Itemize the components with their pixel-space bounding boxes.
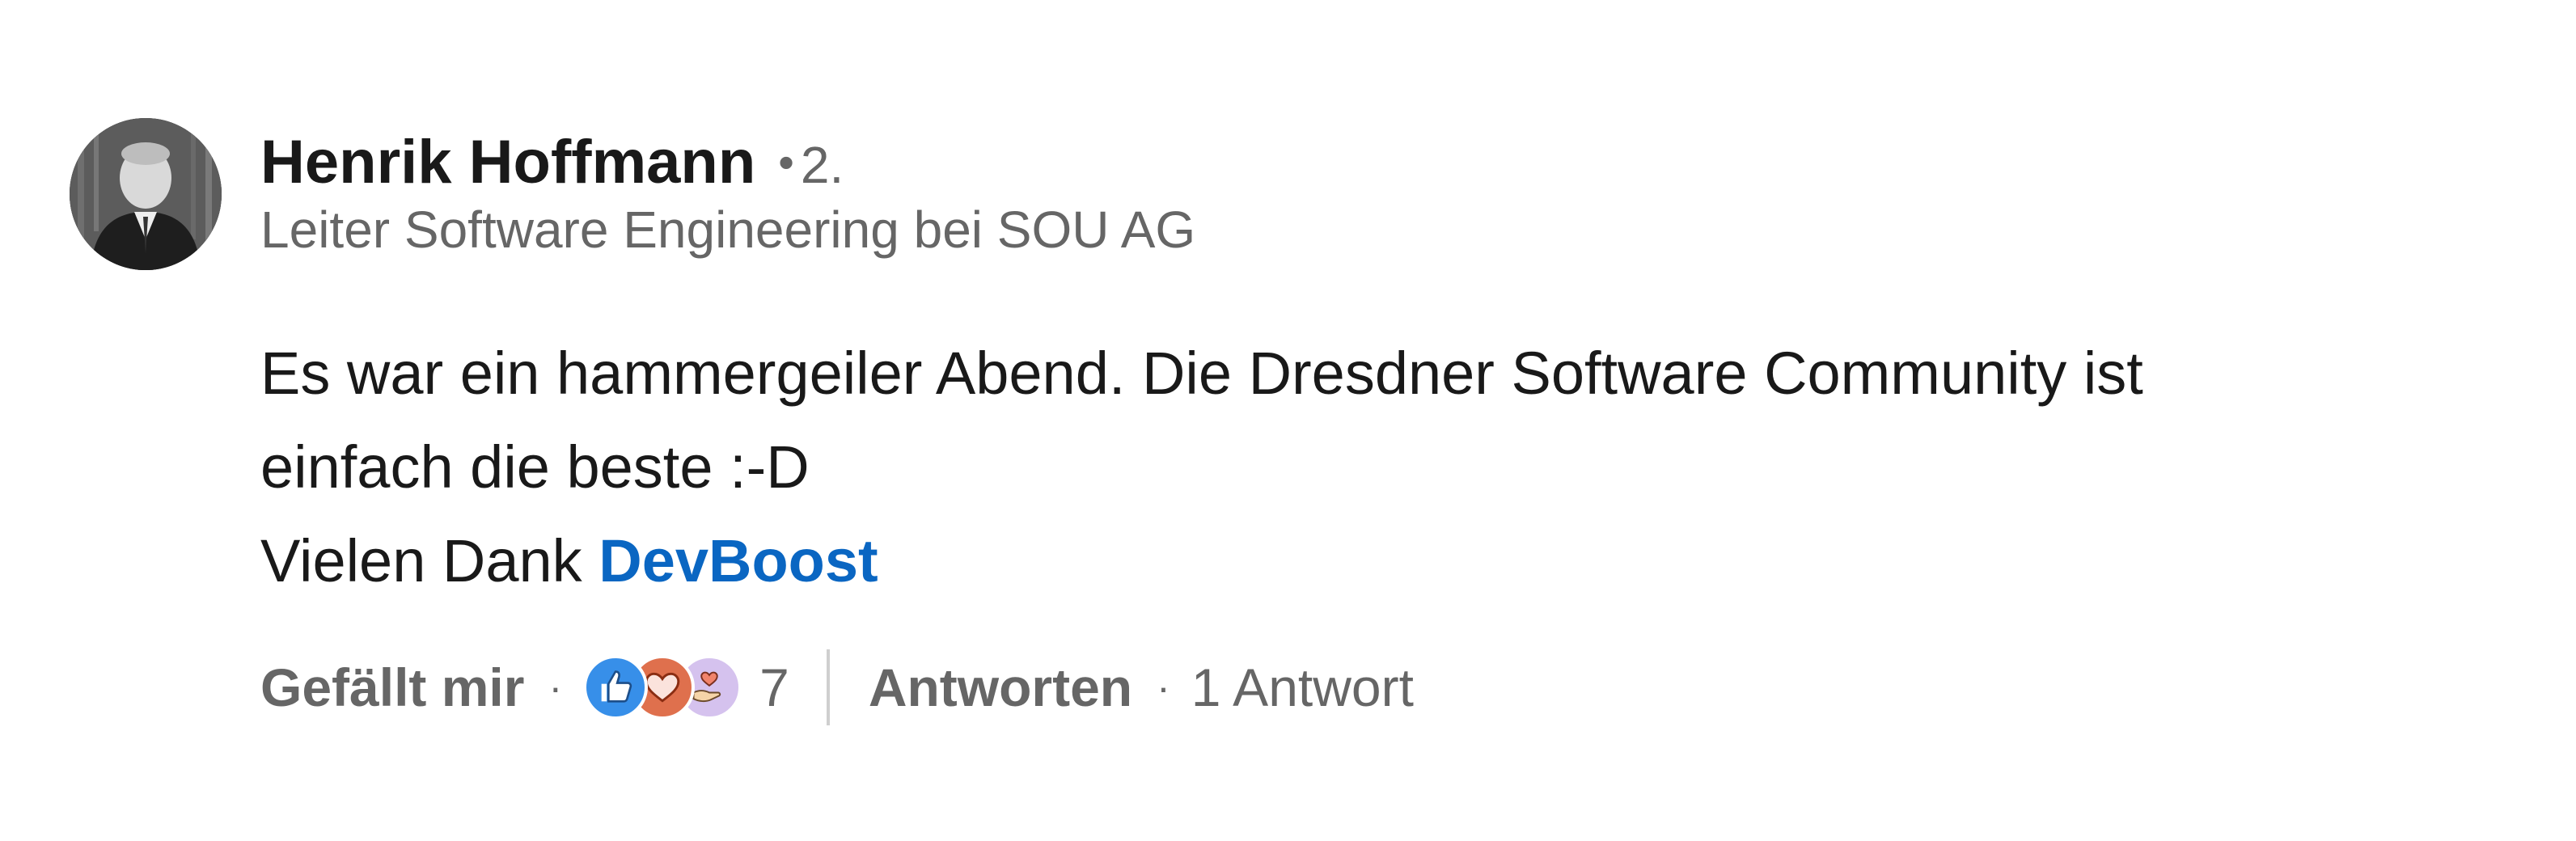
- profile-photo-icon: [70, 118, 222, 270]
- comment-text-line: Es war ein hammergeiler Abend. Die Dresd…: [260, 340, 2143, 407]
- author-name[interactable]: Henrik Hoffmann: [260, 128, 755, 197]
- mention-link[interactable]: DevBoost: [599, 527, 878, 594]
- connection-degree: 2.: [800, 136, 844, 194]
- author-avatar[interactable]: [70, 118, 222, 270]
- comment-text: Es war ein hammergeiler Abend. Die Dresd…: [260, 327, 2493, 608]
- separator-dot: ·: [548, 665, 563, 710]
- reaction-count: 7: [759, 657, 789, 717]
- thanks-text: Vielen Dank: [260, 527, 599, 594]
- reactions-summary[interactable]: 7: [583, 655, 789, 720]
- separator-dot: ·: [1157, 665, 1170, 710]
- reply-count-link[interactable]: 1 Antwort: [1191, 657, 1414, 718]
- comment-actions: Gefällt mir · 7 Antworten · 1 Antwort: [260, 647, 1414, 728]
- author-headline: Leiter Software Engineering bei SOU AG: [260, 201, 1196, 259]
- reply-button[interactable]: Antworten: [869, 657, 1132, 718]
- comment-text-line: Vielen Dank DevBoost: [260, 514, 2493, 608]
- thumbs-up-icon: [583, 655, 649, 720]
- comment-text-line: einfach die beste :-D: [260, 433, 810, 501]
- degree-separator: •: [778, 137, 794, 188]
- like-button[interactable]: Gefällt mir: [260, 657, 524, 718]
- author-line: Henrik Hoffmann • 2.: [260, 126, 844, 199]
- action-divider: [826, 649, 830, 725]
